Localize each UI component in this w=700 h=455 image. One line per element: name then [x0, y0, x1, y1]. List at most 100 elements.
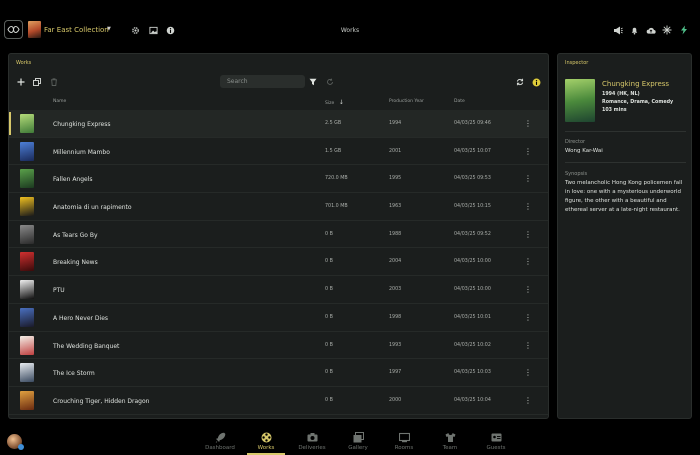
- work-name: Fallen Angels: [53, 176, 93, 184]
- poster-thumbnail: [20, 335, 34, 355]
- work-year: 2000: [389, 397, 402, 403]
- work-date: 04/03/25 09:46: [454, 121, 491, 126]
- more-options-icon[interactable]: ⋮: [524, 256, 532, 268]
- table-row[interactable]: Chungking Express 2.5 GB 1994 04/03/25 09:4…: [9, 110, 548, 138]
- nav-item-label: Guests: [486, 445, 506, 451]
- work-name: As Tears Go By: [53, 231, 98, 239]
- screen-icon: [399, 432, 410, 443]
- search-input[interactable]: [220, 75, 305, 88]
- trash-icon[interactable]: [49, 77, 59, 87]
- nav-item-label: Rooms: [394, 445, 414, 451]
- bottom-nav: Dashboard Works Deliveries Gallery Rooms Team…: [0, 427, 700, 455]
- work-size: 0 B: [325, 342, 333, 348]
- director-value: Wong Kar-Wai: [565, 148, 603, 154]
- more-options-icon[interactable]: ⋮: [524, 395, 532, 407]
- more-options-icon[interactable]: ⋮: [524, 284, 532, 296]
- status-bolt-icon[interactable]: [679, 25, 689, 35]
- nav-item-rooms[interactable]: Rooms: [382, 430, 426, 455]
- work-year: 1988: [389, 231, 402, 237]
- column-header-name[interactable]: Name: [53, 99, 66, 104]
- table-row[interactable]: The Wedding Banquet 0 B 1993 04/03/25 10:02…: [9, 332, 548, 360]
- film-reel-icon: [261, 432, 272, 443]
- filter-icon[interactable]: [308, 77, 318, 87]
- column-header-size-label: Size: [325, 101, 335, 106]
- nav-item-deliveries[interactable]: Deliveries: [290, 430, 334, 455]
- table-row[interactable]: As Tears Go By 0 B 1988 04/03/25 09:52 ⋮: [9, 221, 548, 249]
- work-name: Crouching Tiger, Hidden Dragon: [53, 397, 150, 405]
- poster-thumbnail: [20, 224, 34, 244]
- inspector-panel: Inspector Chungking Express 1994 (HK, NL…: [557, 53, 692, 419]
- add-icon[interactable]: [16, 77, 26, 87]
- nav-item-guests[interactable]: Guests: [474, 430, 518, 455]
- work-date: 04/03/25 10:04: [454, 397, 491, 403]
- rocket-icon: [215, 432, 226, 443]
- more-options-icon[interactable]: ⋮: [524, 173, 532, 185]
- work-year: 1993: [389, 342, 402, 348]
- work-year: 1994: [389, 121, 402, 126]
- synopsis-text: Two melancholic Hong Kong policemen fall…: [565, 180, 683, 213]
- poster-thumbnail: [20, 363, 34, 383]
- table-row[interactable]: A Hero Never Dies 0 B 1998 04/03/25 10:01 ⋮: [9, 304, 548, 332]
- table-row[interactable]: Breaking News 0 B 2004 04/03/25 10:00 ⋮: [9, 248, 548, 277]
- more-options-icon[interactable]: ⋮: [524, 146, 532, 158]
- more-options-icon[interactable]: ⋮: [524, 229, 532, 241]
- work-year: 2003: [389, 287, 402, 293]
- nav-item-gallery[interactable]: Gallery: [336, 430, 380, 455]
- work-date: 04/03/25 09:53: [454, 176, 491, 182]
- work-size: 0 B: [325, 259, 333, 265]
- shirt-icon: [445, 433, 456, 442]
- work-name: The Wedding Banquet: [53, 342, 120, 350]
- work-size: 0 B: [325, 397, 333, 403]
- id-card-icon: [491, 433, 502, 442]
- more-options-icon[interactable]: ⋮: [524, 312, 532, 324]
- sparkle-icon[interactable]: [662, 25, 672, 35]
- director-label: Director: [565, 139, 586, 145]
- page-title: Works: [340, 27, 360, 34]
- bell-icon[interactable]: [629, 25, 639, 35]
- megaphone-icon[interactable]: [613, 25, 623, 35]
- work-date: 04/03/25 10:01: [454, 314, 491, 320]
- poster-thumbnail: [20, 390, 34, 410]
- more-options-icon[interactable]: ⋮: [524, 340, 532, 352]
- info-badge-icon[interactable]: [531, 77, 541, 87]
- column-header-year[interactable]: Production Year: [389, 99, 424, 104]
- more-options-icon[interactable]: ⋮: [524, 118, 532, 130]
- table-row[interactable]: PTU 0 B 2003 04/03/25 10:00 ⋮: [9, 276, 548, 304]
- nav-item-label: Gallery: [348, 445, 368, 451]
- more-options-icon[interactable]: ⋮: [524, 201, 532, 213]
- table-row[interactable]: Anatomia di un rapimento 701.0 MB 1963 04/0…: [9, 193, 548, 221]
- nav-item-team[interactable]: Team: [428, 430, 472, 455]
- column-header-date[interactable]: Date: [454, 99, 465, 104]
- refresh-disabled-icon[interactable]: [325, 77, 335, 87]
- work-size: 2.5 GB: [325, 121, 342, 126]
- works-panel-label: Works: [16, 60, 32, 66]
- inspector-genres: Romance, Drama, Comedy: [602, 100, 674, 105]
- inspector-divider: [565, 131, 686, 132]
- work-size: 701.0 MB: [325, 204, 348, 210]
- table-row[interactable]: The Ice Storm 0 B 1997 04/03/25 10:03 ⋮: [9, 359, 548, 387]
- more-options-icon[interactable]: ⋮: [524, 367, 532, 379]
- poster-thumbnail: [20, 197, 34, 217]
- work-size: 720.0 MB: [325, 176, 348, 182]
- work-name: A Hero Never Dies: [53, 314, 109, 322]
- work-date: 04/03/25 10:07: [454, 148, 491, 154]
- nav-item-label: Team: [442, 445, 458, 451]
- table-row[interactable]: Millennium Mambo 1.5 GB 2001 04/03/25 10:07…: [9, 138, 548, 166]
- work-size: 1.5 GB: [325, 148, 342, 154]
- sync-icon[interactable]: [515, 77, 525, 87]
- nav-item-works[interactable]: Works: [244, 430, 288, 455]
- table-row[interactable]: Crouching Tiger, Hidden Dragon 0 B 2000 04/…: [9, 387, 548, 415]
- work-year: 1995: [389, 176, 402, 182]
- inspector-panel-label: Inspector: [565, 60, 589, 66]
- work-name: Anatomia di un rapimento: [53, 204, 132, 212]
- nav-item-dashboard[interactable]: Dashboard: [198, 430, 242, 455]
- poster-thumbnail: [20, 114, 34, 133]
- work-name: Millennium Mambo: [53, 148, 110, 156]
- cloud-upload-icon[interactable]: [646, 25, 656, 35]
- nav-item-label: Dashboard: [205, 445, 235, 451]
- inspector-title: Chungking Express: [602, 80, 670, 88]
- top-bar: Far East Collection ▼ Works: [0, 17, 700, 45]
- column-header-size[interactable]: Size ↓: [325, 99, 344, 106]
- table-row[interactable]: Fallen Angels 720.0 MB 1995 04/03/25 09:53 ⋮: [9, 165, 548, 194]
- duplicate-icon[interactable]: [32, 77, 42, 87]
